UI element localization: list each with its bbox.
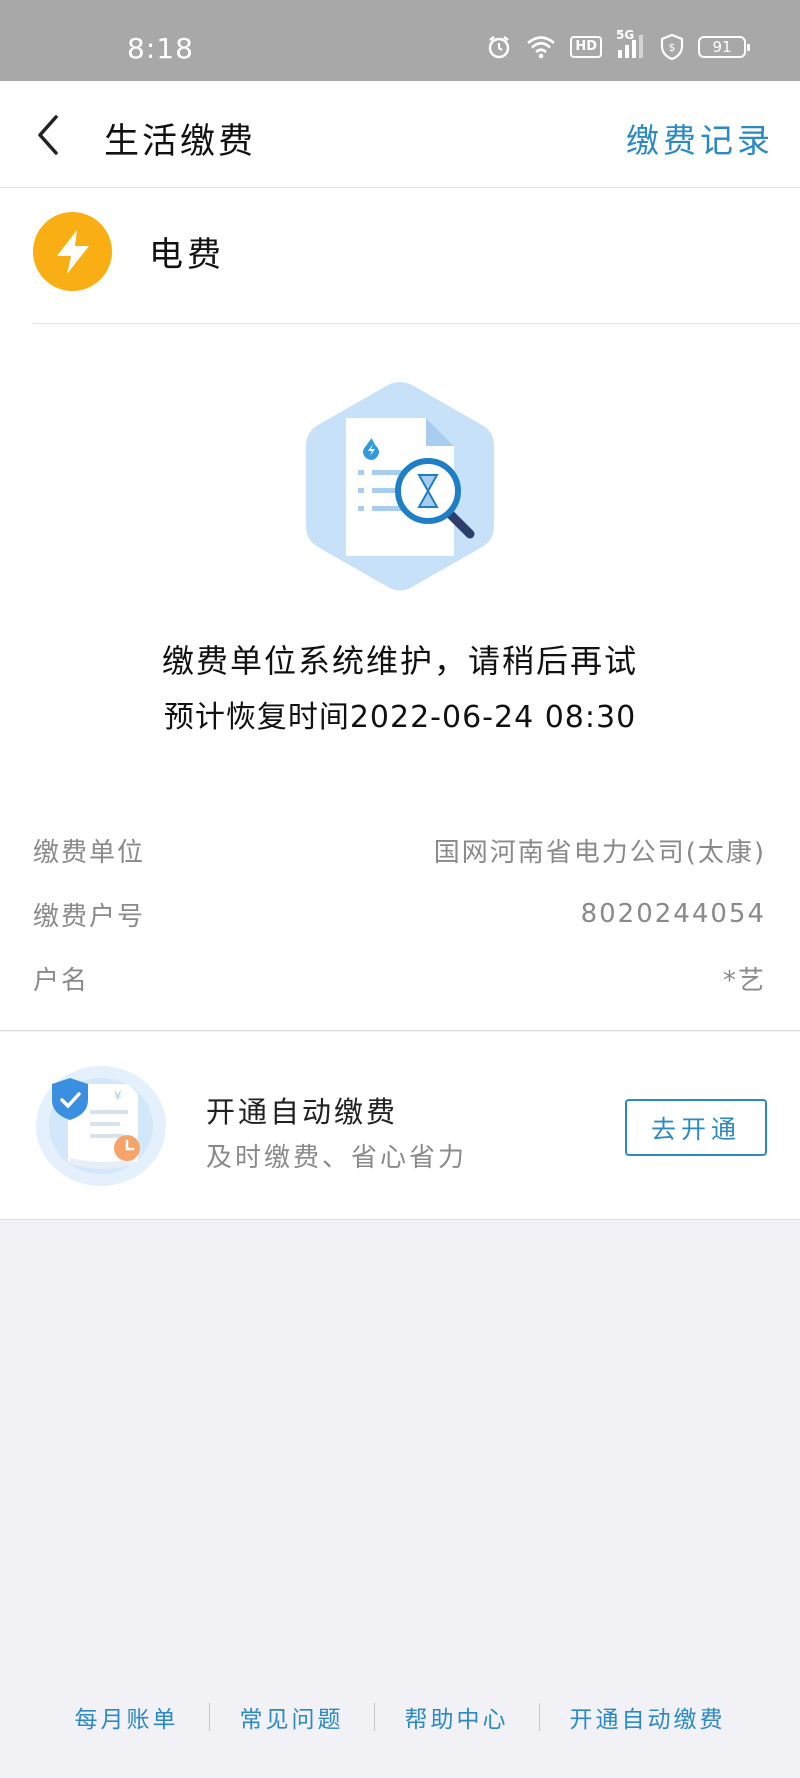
hd-icon: HD [570,36,602,58]
back-button[interactable] [30,109,80,159]
bill-type-row: 电费 [33,212,225,291]
info-label: 缴费户号 [33,901,146,932]
info-value: 国网河南省电力公司(太康) [433,837,766,868]
shield-bill-clock-icon: ¥ [34,1064,168,1192]
signal-5g-icon: 5G [616,28,646,60]
bill-card: 电费 缴费单位系统维护，请稍后再试 预计恢复时间2022-06-24 08:30… [0,188,800,1031]
wifi-icon [526,35,556,59]
lightning-icon [33,212,112,291]
footer-link-monthly-bill[interactable]: 每月账单 [45,1700,209,1734]
page-title: 生活缴费 [104,122,257,162]
info-row-name: 户名 *艺 [33,958,766,998]
info-value: *艺 [722,965,766,996]
svg-text:¥: ¥ [114,1089,122,1103]
auto-pay-title: 开通自动缴费 [206,1095,399,1129]
shield-dollar-icon: $ [660,34,684,60]
chevron-left-icon [38,115,58,155]
footer-link-help-center[interactable]: 帮助中心 [375,1700,539,1734]
info-label: 户名 [33,965,90,996]
auto-pay-card: ¥ 开通自动缴费 及时缴费、省心省力 去开通 [0,1032,800,1220]
network-label: 5G [616,28,635,42]
payment-record-link[interactable]: 缴费记录 [626,114,774,162]
footer-links: 每月账单 常见问题 帮助中心 开通自动缴费 [0,1700,800,1734]
info-label: 缴费单位 [33,837,146,868]
battery-icon: 91 [698,36,750,58]
enable-auto-pay-button[interactable]: 去开通 [625,1099,767,1156]
footer-link-faq[interactable]: 常见问题 [210,1700,374,1734]
divider [33,323,800,324]
status-time: 8:18 [127,32,194,65]
status-bar: 8:18 HD 5G $ 91 [0,0,800,81]
svg-text:$: $ [669,41,676,54]
document-search-icon [302,378,498,598]
bill-type-label: 电费 [149,235,225,275]
maintenance-message: 缴费单位系统维护，请稍后再试 [161,642,638,680]
auto-pay-subtitle: 及时缴费、省心省力 [206,1143,468,1173]
info-row-account: 缴费户号 8020244054 [33,894,766,934]
recovery-time: 预计恢复时间2022-06-24 08:30 [163,700,637,735]
footer-link-auto-pay[interactable]: 开通自动缴费 [540,1700,756,1734]
status-icons: HD 5G $ 91 [486,28,750,60]
nav-bar: 生活缴费 缴费记录 [0,81,800,188]
info-value: 8020244054 [580,899,766,929]
alarm-icon [486,34,512,60]
info-row-unit: 缴费单位 国网河南省电力公司(太康) [33,830,766,870]
